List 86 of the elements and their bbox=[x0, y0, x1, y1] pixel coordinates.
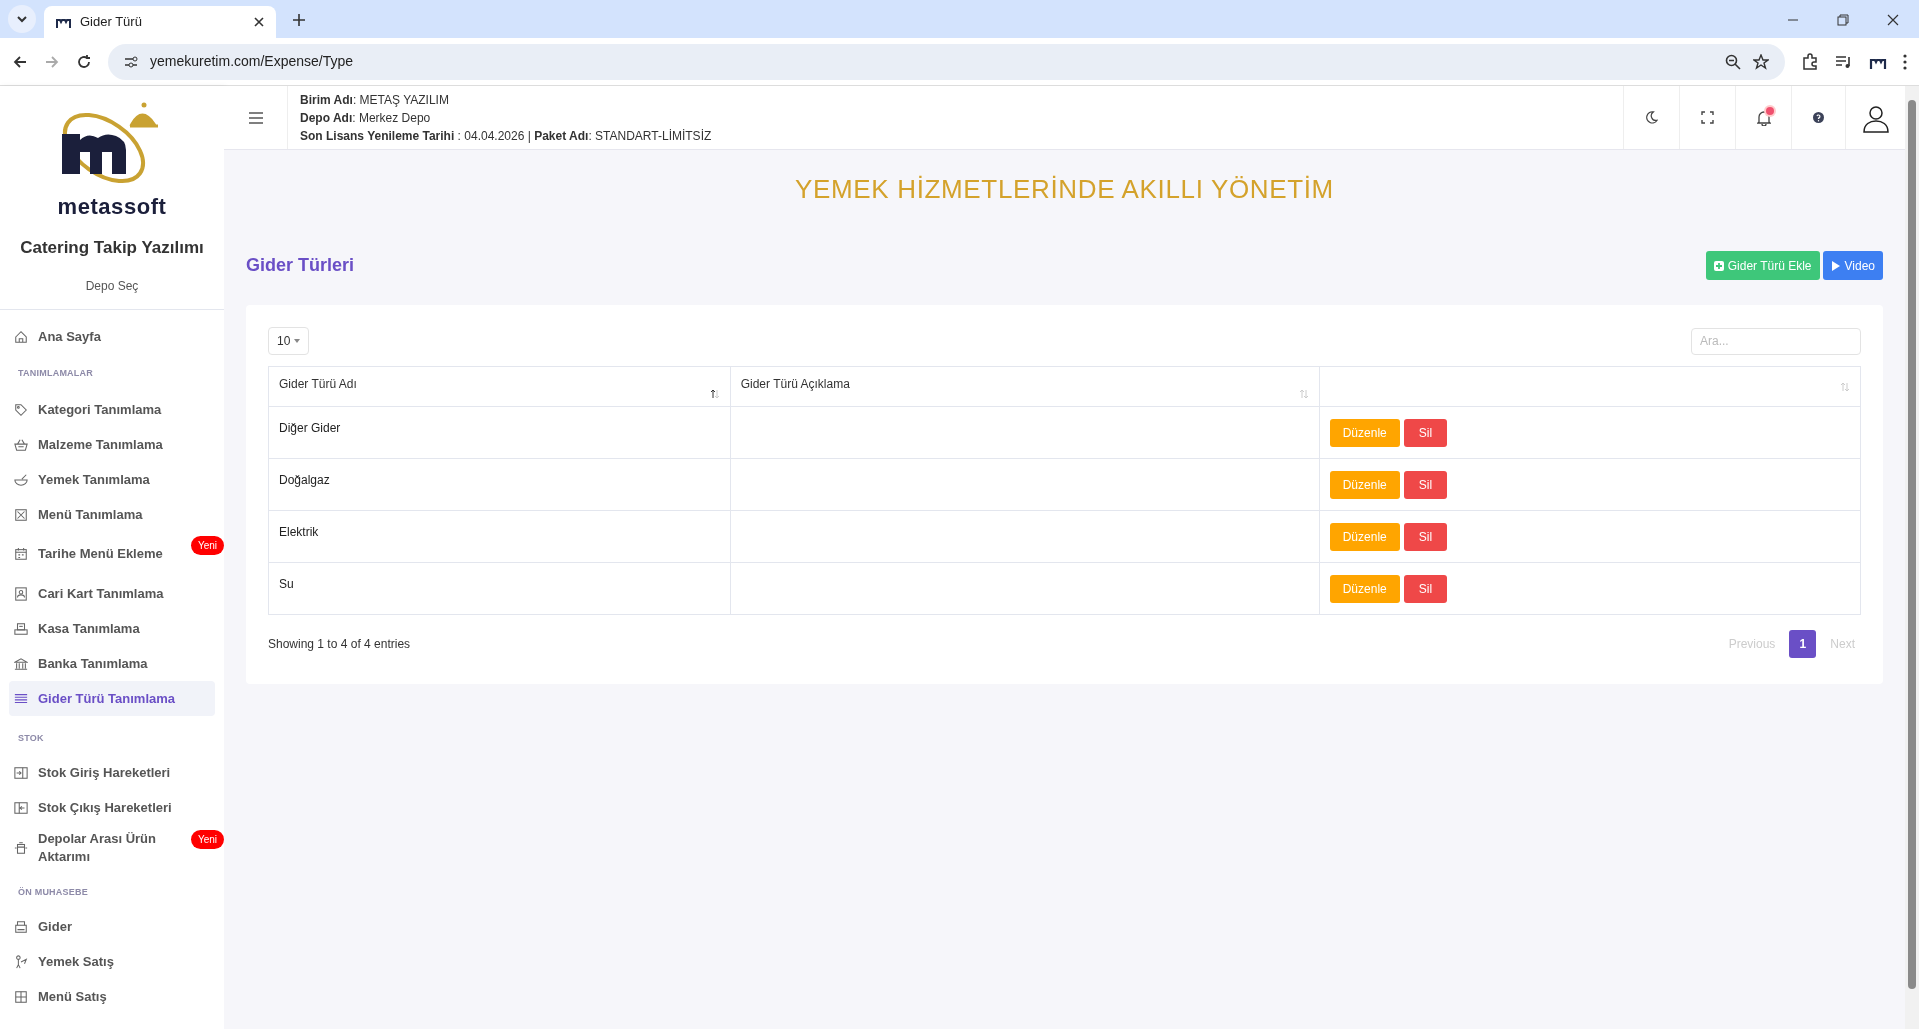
zoom-icon[interactable] bbox=[1725, 53, 1741, 70]
menu-icon[interactable] bbox=[248, 111, 263, 124]
table-cell: Diğer Gider bbox=[268, 406, 731, 459]
sidebar-item[interactable]: Cari Kart Tanımlama bbox=[9, 576, 215, 611]
chevron-down-icon bbox=[16, 13, 28, 25]
tab-title: Gider Türü bbox=[80, 13, 143, 32]
person-icon bbox=[14, 954, 28, 969]
sidebar-item[interactable]: Tarihe Menü Ekleme bbox=[9, 532, 179, 576]
sidebar-item[interactable]: Gider bbox=[9, 909, 215, 944]
table-cell: Elektrik bbox=[268, 510, 731, 563]
sidebar-item[interactable]: Malzeme Tanımlama bbox=[9, 427, 215, 462]
banner-title: YEMEK HİZMETLERİNDE AKILLI YÖNETİM bbox=[794, 173, 1335, 206]
sidebar-item[interactable]: Kategori Tanımlama bbox=[9, 392, 215, 427]
delete-button[interactable]: Sil bbox=[1403, 522, 1448, 551]
sidebar-item[interactable]: Menü Tanımlama bbox=[9, 497, 215, 532]
help-icon[interactable] bbox=[1813, 112, 1824, 123]
enter-icon bbox=[14, 766, 28, 780]
section-heading: STOK bbox=[17, 732, 45, 745]
reload-icon[interactable] bbox=[76, 53, 92, 70]
new-tab-icon[interactable] bbox=[292, 13, 306, 27]
exit-icon bbox=[14, 801, 28, 815]
sidebar-item[interactable]: Yemek Satış bbox=[9, 944, 215, 979]
page-title: Gider Türleri bbox=[246, 254, 355, 277]
sidebar-item[interactable]: Depolar Arası Ürün Aktarımı bbox=[9, 825, 179, 870]
new-badge: Yeni bbox=[190, 829, 224, 849]
basket-icon bbox=[14, 437, 28, 452]
sidebar-item[interactable]: Stok Çıkış Hareketleri bbox=[9, 790, 215, 826]
media-queue-icon[interactable] bbox=[1835, 53, 1853, 70]
scrollbar[interactable] bbox=[1905, 86, 1919, 1029]
browser-tab[interactable]: Gider Türü bbox=[44, 6, 276, 38]
grid-icon bbox=[14, 989, 28, 1004]
box-icon bbox=[14, 840, 28, 855]
tab-list-button[interactable] bbox=[8, 5, 36, 33]
home-icon bbox=[14, 330, 28, 344]
info-line: Depo Adı: Merkez Depo bbox=[300, 109, 432, 127]
fullscreen-icon[interactable] bbox=[1701, 111, 1714, 124]
close-icon[interactable] bbox=[1887, 14, 1899, 26]
puzzle-icon[interactable] bbox=[1801, 52, 1819, 71]
delete-button[interactable]: Sil bbox=[1403, 418, 1448, 447]
sidebar-item[interactable]: Menü Satış bbox=[9, 979, 215, 1014]
bell-icon[interactable] bbox=[1756, 109, 1771, 126]
depot-select-link[interactable]: Depo Seç bbox=[85, 276, 139, 295]
star-icon[interactable] bbox=[1753, 53, 1769, 70]
sidebar-item[interactable]: Kasa Tanımlama bbox=[9, 611, 215, 646]
plus-square-icon bbox=[1713, 260, 1724, 271]
column-header[interactable]: Gider Türü Açıklama bbox=[730, 366, 1320, 407]
bowl-icon bbox=[14, 472, 28, 487]
play-icon bbox=[1830, 260, 1841, 271]
moon-icon[interactable] bbox=[1645, 111, 1658, 124]
entries-info: Showing 1 to 4 of 4 entries bbox=[268, 636, 411, 653]
page-button[interactable]: 1 bbox=[1789, 630, 1817, 658]
info-line: Birim Adı: METAŞ YAZILIM bbox=[300, 91, 450, 109]
list-icon bbox=[14, 691, 28, 706]
new-badge: Yeni bbox=[190, 536, 224, 555]
close-icon[interactable] bbox=[254, 17, 264, 27]
sidebar-item[interactable]: Stok Giriş Hareketleri bbox=[9, 755, 215, 791]
contact-card-icon bbox=[14, 586, 28, 601]
tag-icon bbox=[14, 402, 28, 417]
page-size-select[interactable]: 10 bbox=[268, 327, 310, 355]
sidebar-item[interactable]: Ana Sayfa bbox=[9, 319, 215, 355]
section-heading: ÖN MUHASEBE bbox=[17, 885, 89, 899]
video-button[interactable]: Video bbox=[1822, 251, 1883, 280]
printer-icon bbox=[14, 919, 28, 934]
info-line: Son Lisans Yenileme Tarihi : 04.04.2026 | Paket Adı: STANDART-LİMİTSİZ bbox=[300, 127, 713, 145]
calendar-icon bbox=[14, 547, 28, 561]
restore-icon[interactable] bbox=[1837, 14, 1849, 26]
sidebar-item[interactable]: Yemek Tanımlama bbox=[9, 462, 215, 497]
sidebar-item[interactable]: Gider Türü Tanımlama bbox=[9, 681, 215, 716]
search-field[interactable]: Ara... bbox=[1691, 327, 1861, 355]
delete-button[interactable]: Sil bbox=[1403, 574, 1448, 603]
delete-button[interactable]: Sil bbox=[1403, 470, 1448, 499]
table-cell: Doğalgaz bbox=[268, 458, 731, 511]
more-vertical-icon[interactable] bbox=[1903, 53, 1907, 70]
crossed-box-icon bbox=[14, 507, 28, 522]
column-header[interactable]: Gider Türü Adı bbox=[268, 366, 731, 407]
back-arrow-icon[interactable] bbox=[12, 53, 28, 70]
address-bar[interactable]: yemekuretim.com/Expense/Type bbox=[108, 43, 1785, 80]
sidebar-item[interactable]: Banka Tanımlama bbox=[9, 646, 215, 681]
app-name: Catering Takip Yazılımı bbox=[20, 237, 204, 259]
bank-icon bbox=[14, 656, 28, 671]
brand-name: metassoft bbox=[57, 196, 167, 218]
caret-icon bbox=[294, 339, 301, 343]
cash-register-icon bbox=[14, 621, 28, 636]
tune-icon bbox=[124, 54, 138, 69]
table-cell: Su bbox=[268, 562, 731, 615]
section-heading: TANIMLAMALAR bbox=[17, 366, 95, 380]
